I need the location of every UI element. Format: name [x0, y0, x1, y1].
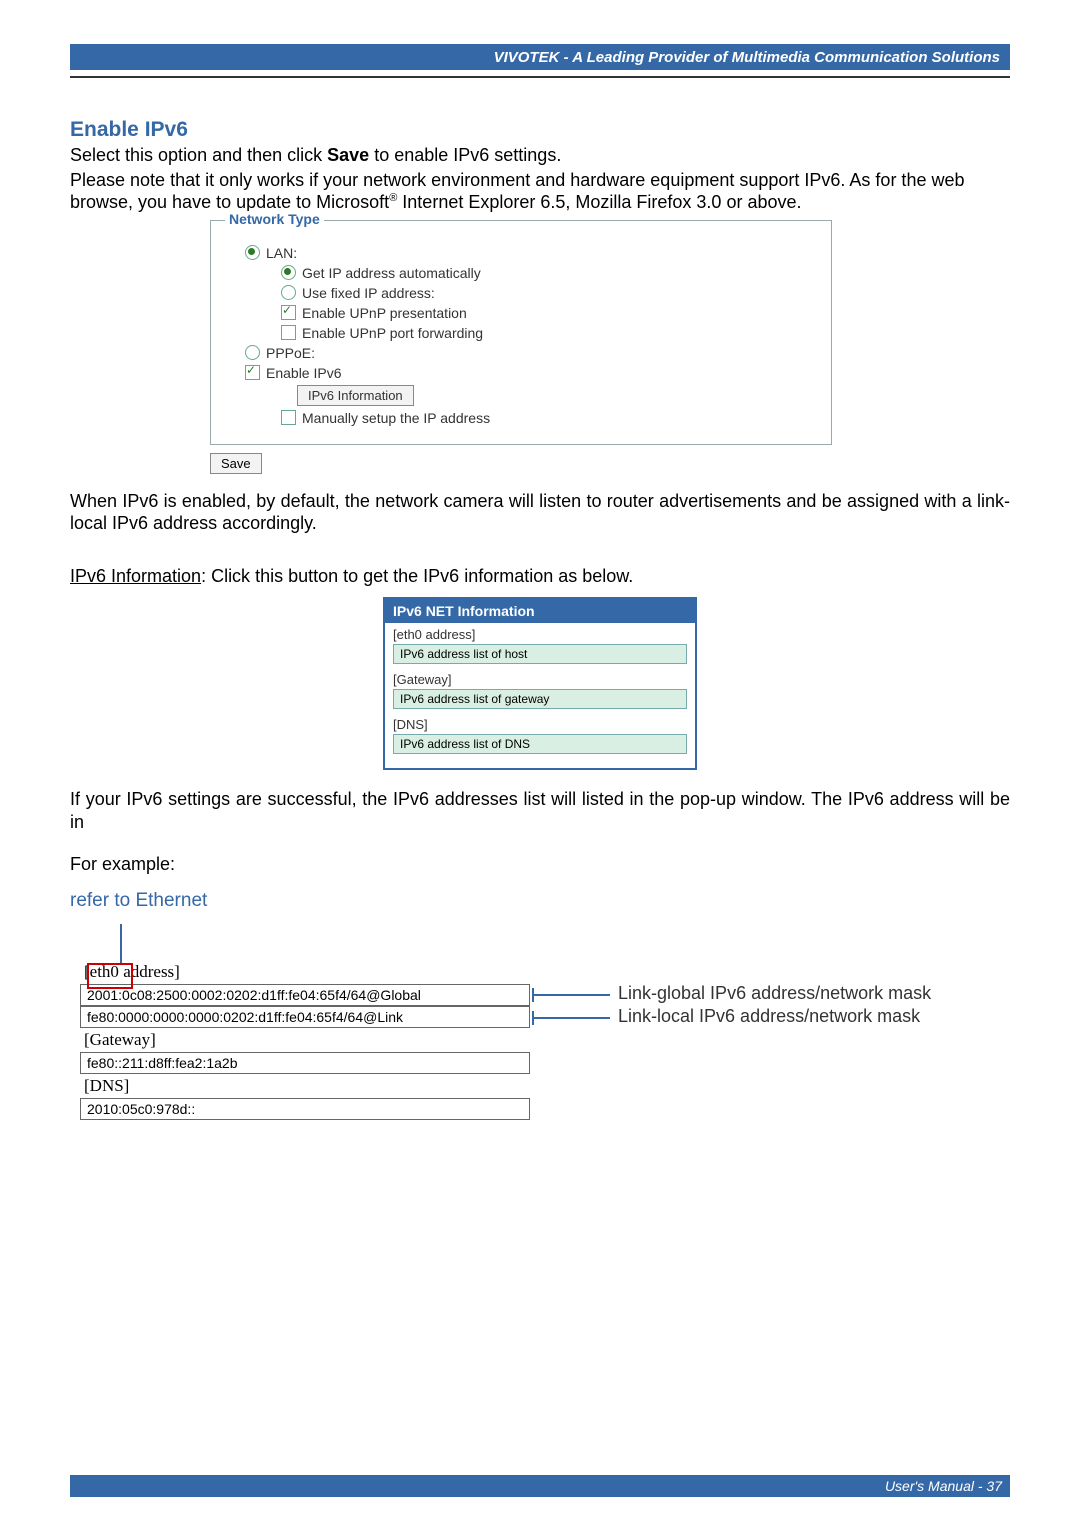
ipv6-info-btn-row: IPv6 Information	[297, 385, 821, 406]
upnp-port-row[interactable]: Enable UPnP port forwarding	[281, 325, 821, 341]
ex-gw-val: fe80::211:d8ff:fea2:1a2b	[80, 1052, 530, 1074]
upnp-port-checkbox[interactable]	[281, 325, 296, 340]
manual-ip-checkbox[interactable]	[281, 410, 296, 425]
pppoe-label: PPPoE:	[266, 345, 315, 361]
ipv6-info-desc: : Click this button to get the IPv6 info…	[201, 566, 633, 586]
footer-text: User's Manual - 37	[885, 1478, 1002, 1494]
upnp-pres-label: Enable UPnP presentation	[302, 305, 467, 321]
intro-1a: Select this option and then click	[70, 145, 327, 165]
lan-row[interactable]: LAN:	[245, 245, 821, 261]
popup-eth-value: IPv6 address list of host	[393, 644, 687, 664]
manual-ip-row[interactable]: Manually setup the IP address	[281, 410, 821, 426]
popup-dns-value: IPv6 address list of DNS	[393, 734, 687, 754]
ex-dns-label: [DNS]	[80, 1074, 530, 1098]
fixed-ip-row[interactable]: Use fixed IP address:	[281, 285, 821, 301]
lan-label: LAN:	[266, 245, 297, 261]
fixed-ip-radio[interactable]	[281, 285, 296, 300]
network-type-fieldset: Network Type LAN: Get IP address automat…	[210, 220, 832, 445]
global-pointer-line	[532, 994, 610, 996]
auto-ip-label: Get IP address automatically	[302, 265, 481, 281]
auto-ip-radio[interactable]	[281, 265, 296, 280]
pppoe-row[interactable]: PPPoE:	[245, 345, 821, 361]
ex-gw-label: [Gateway]	[80, 1028, 530, 1052]
local-pointer-line	[532, 1017, 610, 1019]
ipv6-info-line: IPv6 Information: Click this button to g…	[70, 565, 1010, 588]
header-rule	[70, 76, 1010, 78]
upnp-pres-row[interactable]: Enable UPnP presentation	[281, 305, 821, 321]
intro-1c: to enable IPv6 settings.	[369, 145, 561, 165]
ipv6-popup-title: IPv6 NET Information	[385, 599, 695, 623]
intro-line-1: Select this option and then click Save t…	[70, 144, 1010, 167]
ex-eth-label: [eth0 address]	[80, 960, 530, 984]
after-popup-p: If your IPv6 settings are successful, th…	[70, 788, 1010, 833]
after-fieldset-p: When IPv6 is enabled, by default, the ne…	[70, 490, 1010, 535]
ipv6-info-button[interactable]: IPv6 Information	[297, 385, 414, 406]
ex-global-addr: 2001:0c08:2500:0002:0202:d1ff:fe04:65f4/…	[80, 984, 530, 1006]
manual-ip-label: Manually setup the IP address	[302, 410, 490, 426]
section-title: Enable IPv6	[70, 118, 1010, 142]
ex-link-addr: fe80:0000:0000:0000:0202:d1ff:fe04:65f4/…	[80, 1006, 530, 1028]
ipv6-info-label: IPv6 Information	[70, 566, 201, 586]
network-type-legend: Network Type	[225, 211, 324, 227]
intro-line-2: Please note that it only works if your n…	[70, 169, 1010, 214]
fixed-ip-label: Use fixed IP address:	[302, 285, 435, 301]
enable-ipv6-checkbox[interactable]	[245, 365, 260, 380]
enable-ipv6-label: Enable IPv6	[266, 365, 342, 381]
header-brand: VIVOTEK - A Leading Provider of Multimed…	[494, 49, 1000, 66]
upnp-pres-checkbox[interactable]	[281, 305, 296, 320]
footer-band: User's Manual - 37	[70, 1475, 1010, 1497]
header-band: VIVOTEK - A Leading Provider of Multimed…	[70, 44, 1010, 70]
intro-1b: Save	[327, 145, 369, 165]
lan-radio[interactable]	[245, 245, 260, 260]
popup-gw-label: [Gateway]	[385, 668, 695, 687]
for-example-label: For example:	[70, 853, 1010, 876]
eth-pointer-line	[120, 924, 122, 964]
upnp-port-label: Enable UPnP port forwarding	[302, 325, 483, 341]
save-button[interactable]: Save	[210, 453, 262, 474]
intro-2b: Internet Explorer 6.5, Mozilla Firefox 3…	[397, 192, 801, 212]
popup-dns-label: [DNS]	[385, 713, 695, 732]
pppoe-radio[interactable]	[245, 345, 260, 360]
global-note: Link-global IPv6 address/network mask	[618, 983, 931, 1004]
ex-dns-val: 2010:05c0:978d::	[80, 1098, 530, 1120]
popup-gw-value: IPv6 address list of gateway	[393, 689, 687, 709]
enable-ipv6-row[interactable]: Enable IPv6	[245, 365, 821, 381]
local-note: Link-local IPv6 address/network mask	[618, 1006, 920, 1027]
eth-highlight-box	[87, 963, 133, 989]
refer-ethernet-label: refer to Ethernet	[70, 890, 1010, 912]
auto-ip-row[interactable]: Get IP address automatically	[281, 265, 821, 281]
example-diagram: [eth0 address] 2001:0c08:2500:0002:0202:…	[80, 916, 950, 1120]
ipv6-net-popup: IPv6 NET Information [eth0 address] IPv6…	[383, 597, 697, 770]
popup-eth-label: [eth0 address]	[385, 623, 695, 642]
